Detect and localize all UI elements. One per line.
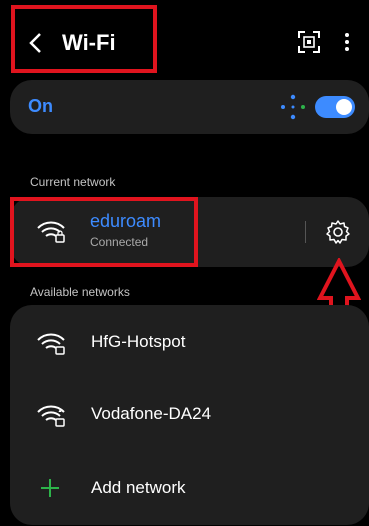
wifi-master-toggle-row[interactable]: On: [10, 80, 369, 134]
title-annotation-box: [11, 5, 157, 73]
available-networks-card: HfG-Hotspot Vodafone-DA24 Add network: [10, 305, 369, 525]
qr-scan-icon: [298, 31, 320, 53]
more-vertical-icon: [345, 33, 349, 51]
wifi-switch[interactable]: [315, 96, 355, 118]
add-network-label: Add network: [91, 478, 186, 497]
qr-scan-button[interactable]: [297, 30, 321, 54]
network-name: HfG-Hotspot: [91, 332, 186, 351]
network-settings-button[interactable]: [325, 219, 351, 245]
network-item-hfg-hotspot[interactable]: HfG-Hotspot: [10, 315, 310, 369]
toggle-label: On: [28, 96, 53, 116]
available-networks-header: Available networks: [30, 285, 130, 299]
current-network-header: Current network: [30, 175, 116, 189]
gear-icon: [326, 220, 350, 244]
switch-knob: [336, 99, 352, 115]
wifi-icon: [36, 331, 66, 355]
plus-icon: [38, 476, 62, 500]
add-network-button[interactable]: Add network: [10, 460, 310, 514]
more-options-button[interactable]: [341, 30, 353, 54]
network-name: Vodafone-DA24: [91, 404, 212, 423]
wifi-locked-icon: [36, 403, 66, 427]
network-item-vodafone-da24[interactable]: Vodafone-DA24: [10, 387, 310, 441]
wifi-scan-dots-icon: [280, 94, 306, 120]
divider: [305, 221, 306, 243]
current-network-annotation-box: [10, 197, 198, 267]
